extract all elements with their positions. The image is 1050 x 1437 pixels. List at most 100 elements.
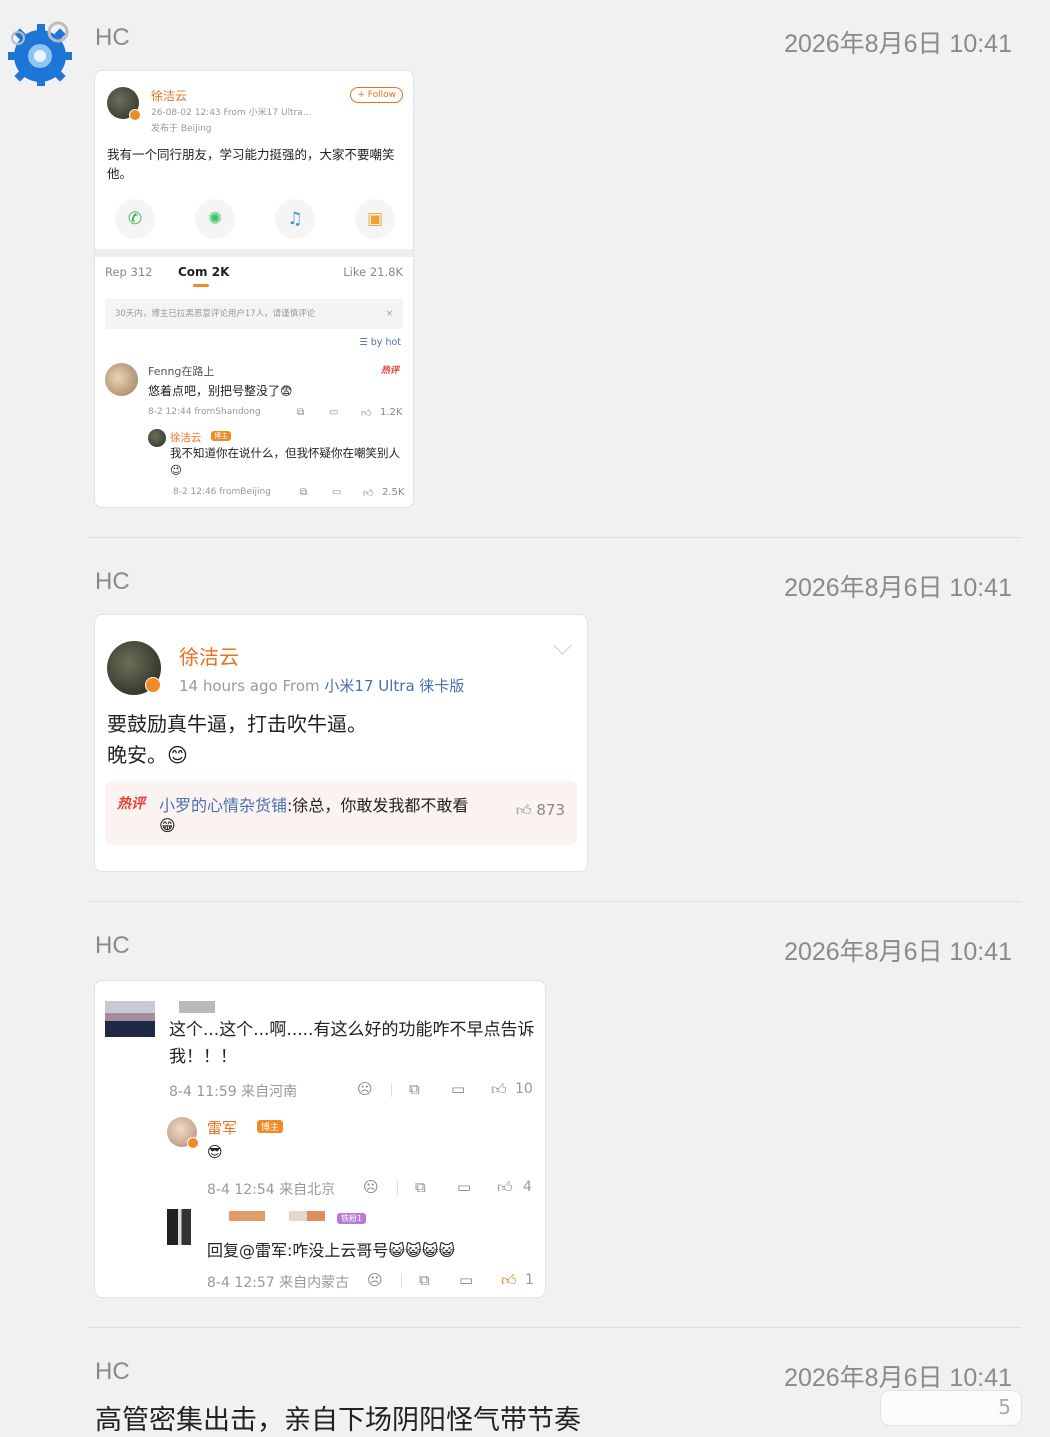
message-time: 2026年8月6日 10:41: [784, 30, 1012, 58]
post-from: From: [282, 677, 320, 695]
sort-label: by hot: [370, 337, 401, 348]
hot-comment-tag: 热评: [117, 796, 145, 812]
image-card-weibo-post[interactable]: 徐洁云 26-08-02 12:43 From 小米17 Ultra... 发布…: [94, 70, 414, 508]
comment-meta: 8-2 12:44 fromShandong: [148, 407, 261, 417]
hot-comment-tag: 热评: [380, 366, 399, 376]
hot-comment-box: 热评 小罗的心情杂货铺:徐总，你敢发我都不敢看 😁 👍︎ 873: [105, 781, 577, 845]
post-text: 我有一个同行朋友，学习能力挺强的，大家不要嘲笑他。: [107, 147, 395, 181]
like-count: 10: [515, 1081, 533, 1097]
message-text[interactable]: 高管密集出击，亲自下场阴阳怪气带节奏: [95, 1398, 581, 1437]
post-location: 发布于 Beijing: [151, 124, 212, 134]
hot-comment-text: 小罗的心情杂货铺:徐总，你敢发我都不敢看 😁: [159, 792, 468, 835]
like-control: 👍︎ 873: [516, 801, 565, 820]
share-icon: ⧉: [300, 487, 308, 498]
sort-control: ☰ by hot: [359, 337, 401, 348]
divider: [95, 249, 413, 257]
reply-user: 雷军: [207, 1119, 238, 1137]
separator: [391, 1083, 392, 1097]
author-name: 徐洁云: [151, 89, 188, 103]
separator: [401, 1274, 402, 1288]
like-icon: 👍︎: [501, 1271, 517, 1289]
sender-name: HC: [95, 568, 130, 595]
share-icon: ⧉: [297, 407, 305, 418]
tab-reposts: Rep 312: [105, 265, 153, 279]
comment-text: 这个...这个...啊.....有这么好的功能咋不早点告诉我！！！: [169, 1020, 535, 1067]
share-icon: ⧉: [415, 1178, 426, 1196]
author-badge: 博主: [257, 1120, 284, 1133]
blurred-username: [229, 1211, 265, 1221]
fan-badge: 铁粉1: [337, 1213, 367, 1224]
post-line: 晚安。😊: [107, 743, 188, 767]
message-divider: [88, 537, 1022, 538]
emoji-icon: 😁: [159, 816, 176, 835]
message-time: 2026年8月6日 10:41: [784, 1364, 1012, 1392]
like-icon: 👍︎: [497, 1178, 513, 1196]
reply-text: 我不知道你在说什么，但我怀疑你在嘲笑别人😉: [170, 446, 400, 477]
tab-indicator: [193, 284, 209, 287]
like-icon: 👍︎: [491, 1080, 507, 1098]
tab-likes: Like 21.8K: [343, 265, 403, 279]
image-card-weibo-post[interactable]: 徐洁云 14 hours ago From 小米17 Ultra 徕卡版 要鼓励…: [94, 614, 588, 872]
gear-avatar-icon[interactable]: [4, 18, 74, 88]
sender-name: HC: [95, 932, 130, 959]
like-count: 873: [536, 801, 565, 819]
close-icon: ×: [385, 309, 393, 319]
chevron-down-icon: [553, 636, 572, 655]
like-icon: 👍︎: [363, 488, 374, 499]
sender-name: HC: [95, 1358, 130, 1385]
like-count: 1: [525, 1272, 534, 1288]
like-icon: 👍︎: [515, 801, 537, 819]
post-line: 要鼓励真牛逼，打击吹牛逼。: [107, 712, 367, 736]
reply-meta: 8-4 12:57 来自内蒙古: [207, 1275, 350, 1291]
wechat-icon: ✆: [115, 199, 155, 239]
comment-icon: ▭: [329, 407, 339, 418]
notice-banner: 30天内，博主已拉黑恶意评论用户17人，请谨慎评论 ×: [105, 299, 403, 329]
reply-meta: 8-2 12:46 fromBeijing: [173, 487, 271, 497]
save-icon: ▣: [355, 199, 395, 239]
blurred-username: [179, 1001, 215, 1013]
separator: [397, 1181, 398, 1195]
message-time: 2026年8月6日 10:41: [784, 938, 1012, 966]
reply-meta: 8-4 12:54 来自北京: [207, 1182, 336, 1198]
unread-pill[interactable]: 5: [880, 1390, 1022, 1426]
comment-icon: ▭: [451, 1080, 466, 1098]
unread-count: 5: [998, 1395, 1011, 1419]
share-icon: ⧉: [409, 1080, 420, 1098]
emoji-icon: ☹: [367, 1271, 383, 1289]
hot-comment-user: 小罗的心情杂货铺: [159, 796, 288, 815]
sender-name: HC: [95, 24, 130, 51]
comment-icon: ▭: [459, 1271, 474, 1289]
verified-badge-icon: [129, 109, 141, 121]
emoji-icon: ☹: [357, 1080, 373, 1098]
comment-text: 悠着点吧，别把号整没了😨: [148, 384, 293, 398]
message-divider: [88, 901, 1022, 902]
verified-badge-icon: [145, 677, 161, 693]
post-meta: 14 hours ago From 小米17 Ultra 徕卡版: [179, 675, 464, 696]
hot-comment-body: :徐总，你敢发我都不敢看: [287, 796, 469, 815]
like-icon: 👍︎: [361, 408, 372, 419]
message-time: 2026年8月6日 10:41: [784, 574, 1012, 602]
post-source: 小米17 Ultra 徕卡版: [324, 677, 465, 695]
comment-icon: ▭: [332, 487, 342, 498]
author-name: 徐洁云: [179, 645, 239, 669]
avatar: [148, 429, 166, 447]
avatar: [167, 1209, 191, 1245]
sort-icon: ☰: [359, 337, 371, 348]
share-icon: ⧉: [419, 1271, 430, 1289]
comment-icon: ▭: [457, 1178, 472, 1196]
post-text: 要鼓励真牛逼，打击吹牛逼。 晚安。😊: [107, 709, 367, 771]
qq-icon: ♫: [275, 199, 315, 239]
emoji-icon: ☹: [363, 1178, 379, 1196]
image-card-weibo-comments[interactable]: 这个...这个...啊.....有这么好的功能咋不早点告诉我！！！ 8-4 11…: [94, 980, 546, 1298]
moments-icon: ✺: [195, 199, 235, 239]
tab-comments: Com 2K: [178, 265, 230, 279]
author-badge: 博主: [211, 431, 231, 441]
post-time: 14 hours ago: [179, 677, 278, 695]
like-count: 4: [523, 1179, 532, 1195]
reply-user: 徐洁云: [170, 432, 202, 444]
post-meta: 26-08-02 12:43 From 小米17 Ultra...: [151, 108, 312, 118]
reply-emoji: 😎: [207, 1143, 223, 1161]
comment-user: Fenng在路上: [148, 365, 215, 378]
comment-meta: 8-4 11:59 来自河南: [169, 1084, 298, 1100]
message-divider: [88, 1327, 1022, 1328]
